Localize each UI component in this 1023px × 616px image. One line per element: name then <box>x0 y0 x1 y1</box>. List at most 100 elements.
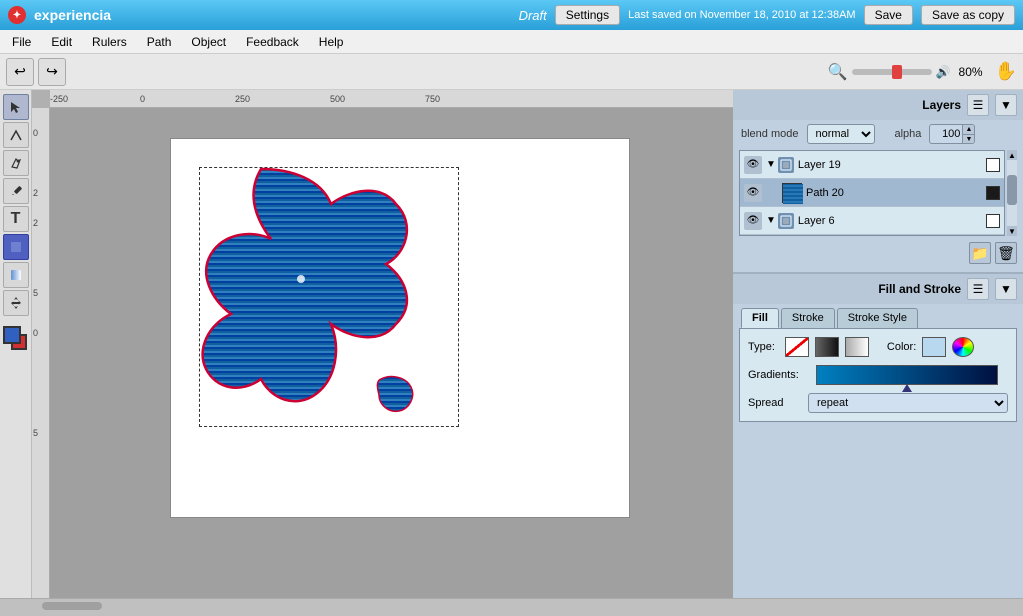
settings-button[interactable]: Settings <box>555 5 620 25</box>
save-copy-button[interactable]: Save as copy <box>921 5 1015 25</box>
vertical-ruler: 0 2 2 5 0 5 <box>32 108 50 598</box>
artwork[interactable] <box>181 149 441 429</box>
spread-label: Spread <box>748 397 808 409</box>
layers-panel-title: Layers <box>739 98 967 112</box>
layer-6-expand[interactable]: ▼ <box>766 215 776 226</box>
alpha-input[interactable] <box>930 126 962 142</box>
redo-button[interactable]: ↪ <box>38 58 66 86</box>
undo-button[interactable]: ↩ <box>6 58 34 86</box>
type-gradient1[interactable] <box>815 337 839 357</box>
type-label: Type: <box>748 341 775 353</box>
main-area: T -250 0 250 500 750 0 <box>0 90 1023 598</box>
toolbox: T <box>0 90 32 598</box>
draft-status: Draft <box>519 8 547 23</box>
alpha-label: alpha <box>895 128 922 140</box>
scroll-up[interactable]: ▲ <box>1007 150 1017 160</box>
menu-object[interactable]: Object <box>183 33 234 51</box>
layers-list: 👁 ▼ Layer 19 👁 <box>739 150 1005 236</box>
gradient-bar[interactable] <box>816 365 998 385</box>
alpha-down[interactable]: ▼ <box>962 134 974 143</box>
color-picker-button[interactable] <box>952 337 974 357</box>
fill-tool[interactable] <box>3 234 29 260</box>
title-bar: ✦ experiencia Draft Settings Last saved … <box>0 0 1023 30</box>
pencil-tool[interactable] <box>3 178 29 204</box>
app-name: experiencia <box>34 7 511 23</box>
layers-scrollbar[interactable]: ▲ ▼ <box>1007 150 1017 236</box>
gradient-tool[interactable] <box>3 262 29 288</box>
layer-row-19[interactable]: 👁 ▼ Layer 19 <box>740 151 1004 179</box>
zoom-slider[interactable] <box>852 69 932 75</box>
blend-mode-select[interactable]: normal multiply screen <box>807 124 875 144</box>
menu-rulers[interactable]: Rulers <box>84 33 135 51</box>
zoom-icon-right: 🔊 <box>936 65 951 79</box>
type-gradient2[interactable] <box>845 337 869 357</box>
pen-tool[interactable] <box>3 150 29 176</box>
menu-help[interactable]: Help <box>311 33 352 51</box>
horizontal-scrollbar[interactable] <box>0 598 1023 612</box>
fill-stroke-collapse-button[interactable]: ▼ <box>995 278 1017 300</box>
fill-stroke-panel: Fill and Stroke ☰ ▼ Fill Stroke Stroke S… <box>733 274 1023 598</box>
layer-19-color <box>986 158 1000 172</box>
node-tool[interactable] <box>3 122 29 148</box>
layer-add-button[interactable]: 📁 <box>969 242 991 264</box>
layers-panel: Layers ☰ ▼ blend mode normal multiply sc… <box>733 90 1023 274</box>
right-panels: Layers ☰ ▼ blend mode normal multiply sc… <box>733 90 1023 598</box>
color-selector[interactable] <box>3 326 29 352</box>
save-button[interactable]: Save <box>864 5 913 25</box>
layer-19-expand[interactable]: ▼ <box>766 159 776 170</box>
blend-mode-row: blend mode normal multiply screen alpha … <box>733 120 1023 148</box>
spread-select[interactable]: repeat reflect pad <box>808 393 1008 413</box>
scroll-down[interactable]: ▼ <box>1007 226 1017 236</box>
fill-type-row: Type: Color: <box>748 337 1008 357</box>
move-tool[interactable] <box>3 290 29 316</box>
layer-19-icon <box>778 157 794 173</box>
layer-6-name: Layer 6 <box>798 215 986 227</box>
spread-row: Spread repeat reflect pad <box>748 393 1008 413</box>
zoom-thumb[interactable] <box>892 65 902 79</box>
menu-file[interactable]: File <box>4 33 39 51</box>
fill-content: Type: Color: Gradients: <box>739 328 1017 422</box>
canvas-area[interactable]: -250 0 250 500 750 0 2 2 5 0 5 <box>32 90 733 598</box>
scroll-thumb[interactable] <box>1007 175 1017 205</box>
hand-tool-icon[interactable]: ✋ <box>995 61 1017 82</box>
layer-delete-button[interactable]: 🗑 <box>995 242 1017 264</box>
canvas[interactable] <box>50 108 733 598</box>
layer-path20-visibility[interactable]: 👁 <box>744 184 762 202</box>
layer-row-path20[interactable]: 👁 Path 20 <box>740 179 1004 207</box>
app-icon: ✦ <box>8 6 26 24</box>
layer-19-name: Layer 19 <box>798 159 986 171</box>
layer-path20-thumb <box>782 183 802 203</box>
menu-bar: File Edit Rulers Path Object Feedback He… <box>0 30 1023 54</box>
layers-panel-collapse-button[interactable]: ▼ <box>995 94 1017 116</box>
fill-stroke-menu-button[interactable]: ☰ <box>967 278 989 300</box>
tab-stroke[interactable]: Stroke <box>781 308 835 328</box>
layers-panel-menu-button[interactable]: ☰ <box>967 94 989 116</box>
layers-footer: 📁 🗑 <box>733 238 1023 268</box>
zoom-area: 🔍 🔊 80% <box>828 62 983 82</box>
layer-6-visibility[interactable]: 👁 <box>744 212 762 230</box>
foreground-color[interactable] <box>3 326 21 344</box>
layer-path20-name: Path 20 <box>806 187 986 199</box>
menu-path[interactable]: Path <box>139 33 180 51</box>
alpha-up[interactable]: ▲ <box>962 125 974 134</box>
select-tool[interactable] <box>3 94 29 120</box>
blend-mode-label: blend mode <box>741 128 799 140</box>
tab-fill[interactable]: Fill <box>741 308 779 328</box>
saved-text: Last saved on November 18, 2010 at 12:38… <box>628 9 855 21</box>
zoom-label: 80% <box>959 65 983 79</box>
layers-panel-header: Layers ☰ ▼ <box>733 90 1023 120</box>
tab-stroke-style[interactable]: Stroke Style <box>837 308 918 328</box>
layer-row-6[interactable]: 👁 ▼ Layer 6 <box>740 207 1004 235</box>
type-none[interactable] <box>785 337 809 357</box>
color-preview[interactable] <box>922 337 946 357</box>
gradients-label: Gradients: <box>748 369 808 381</box>
layer-19-visibility[interactable]: 👁 <box>744 156 762 174</box>
layers-list-container: 👁 ▼ Layer 19 👁 <box>733 150 1023 236</box>
layer-6-color <box>986 214 1000 228</box>
h-scroll-thumb[interactable] <box>42 602 102 610</box>
menu-feedback[interactable]: Feedback <box>238 33 307 51</box>
text-tool[interactable]: T <box>3 206 29 232</box>
gradient-handle[interactable] <box>902 384 912 392</box>
scroll-track <box>1007 160 1017 226</box>
menu-edit[interactable]: Edit <box>43 33 80 51</box>
